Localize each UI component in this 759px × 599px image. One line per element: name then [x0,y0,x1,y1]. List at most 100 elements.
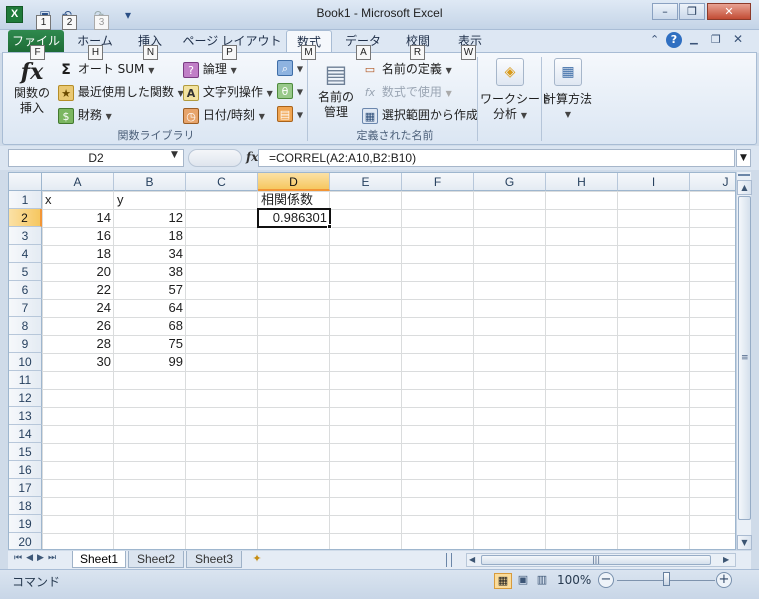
scroll-up-icon[interactable]: ▲ [737,180,752,195]
doc-close-icon[interactable]: ✕ [733,32,743,46]
row-header-8[interactable]: 8 [9,317,42,335]
cell-b6[interactable]: 57 [114,281,186,299]
cell-b10[interactable]: 99 [114,353,186,371]
cell-a7[interactable]: 24 [42,299,114,317]
ribbon-minimize-icon[interactable]: ⌃ [650,33,659,46]
name-manager-button[interactable]: ▤ 名前の 管理 [316,58,356,120]
row-header-7[interactable]: 7 [9,299,42,317]
help-icon[interactable]: ? [666,32,682,48]
autosum-button[interactable]: Σ オート SUM ▼ [58,60,154,78]
cell-a4[interactable]: 18 [42,245,114,263]
cell-a10[interactable]: 30 [42,353,114,371]
row-header-4[interactable]: 4 [9,245,42,263]
row-header-11[interactable]: 11 [9,371,42,389]
row-header-2[interactable]: 2 [9,209,42,227]
row-header-12[interactable]: 12 [9,389,42,407]
cell-a3[interactable]: 16 [42,227,114,245]
row-header-16[interactable]: 16 [9,461,42,479]
cell-a9[interactable]: 28 [42,335,114,353]
insert-function-button[interactable]: fx 関数の 挿入 [14,58,50,116]
sheet-tab-sheet2[interactable]: Sheet2 [128,551,184,568]
define-name-button[interactable]: ▭ 名前の定義 ▼ [362,60,452,78]
insert-sheet-icon[interactable]: ✦ [246,552,268,568]
zoom-slider-thumb[interactable] [663,572,670,586]
doc-minimize-icon[interactable]: ▁ [690,34,698,45]
close-button[interactable]: ✕ [707,3,751,20]
minimize-button[interactable]: – [652,3,678,20]
insert-function-fx-button[interactable]: fx [246,150,258,164]
scroll-down-icon[interactable]: ▼ [737,535,752,550]
row-header-20[interactable]: 20 [9,533,42,549]
horizontal-scrollbar[interactable]: ◀ ||| ▶ [466,553,736,567]
zoom-in-icon[interactable]: + [716,572,732,588]
fill-handle[interactable] [327,224,332,229]
doc-restore-icon[interactable]: ❐ [711,33,721,46]
sheet-tab-sheet3[interactable]: Sheet3 [186,551,242,568]
split-box[interactable] [738,174,750,178]
use-in-formula-button[interactable]: fx 数式で使用 ▼ [362,83,452,101]
cell-a2[interactable]: 14 [42,209,114,227]
cell-b9[interactable]: 75 [114,335,186,353]
scroll-right-icon[interactable]: ▶ [723,554,729,566]
recent-functions-button[interactable]: ★ 最近使用した関数 ▼ [58,83,184,101]
zoom-out-icon[interactable]: − [598,572,614,588]
row-header-9[interactable]: 9 [9,335,42,353]
select-all-button[interactable] [9,173,42,191]
cell-d1[interactable]: 相関係数 [258,191,330,209]
row-header-1[interactable]: 1 [9,191,42,209]
lookup-button[interactable]: ⌕ ▼ [277,60,303,76]
row-header-14[interactable]: 14 [9,425,42,443]
cell-b5[interactable]: 38 [114,263,186,281]
row-header-3[interactable]: 3 [9,227,42,245]
column-header-c[interactable]: C [186,173,258,191]
column-header-d[interactable]: D [258,173,330,191]
cell-b7[interactable]: 64 [114,299,186,317]
row-header-19[interactable]: 19 [9,515,42,533]
row-header-15[interactable]: 15 [9,443,42,461]
cell-a5[interactable]: 20 [42,263,114,281]
column-header-h[interactable]: H [546,173,618,191]
column-header-a[interactable]: A [42,173,114,191]
scroll-left-icon[interactable]: ◀ [469,554,475,566]
vertical-scroll-thumb[interactable]: ≡ [738,196,751,520]
cell-b3[interactable]: 18 [114,227,186,245]
cell-b2[interactable]: 12 [114,209,186,227]
cell-a1[interactable]: x [42,191,114,209]
row-header-10[interactable]: 10 [9,353,42,371]
logical-button[interactable]: ? 論理 ▼ [183,60,237,78]
column-header-i[interactable]: I [618,173,690,191]
expand-formula-bar-icon[interactable]: ▼ [736,149,751,167]
column-header-f[interactable]: F [402,173,474,191]
name-box[interactable]: D2 [8,149,184,167]
watch-window-button[interactable]: ◈ ワークシート 分析 ▼ [480,58,552,123]
tab-split-handle[interactable] [446,553,452,567]
page-layout-view-icon[interactable]: ▣ [514,573,532,589]
cell-b8[interactable]: 68 [114,317,186,335]
text-functions-button[interactable]: A 文字列操作 ▼ [183,83,273,101]
column-header-e[interactable]: E [330,173,402,191]
cell-b4[interactable]: 34 [114,245,186,263]
vertical-scrollbar[interactable]: ▲ ≡ ▼ [736,172,752,550]
horizontal-scroll-thumb[interactable]: ||| [481,555,711,565]
worksheet-grid[interactable]: ABCDEFGHIJ 1 2 3 4 5 6 7 8 9 10 11 12 13 14 15 16 17 18 19… [8,172,736,550]
row-header-18[interactable]: 18 [9,497,42,515]
row-header-6[interactable]: 6 [9,281,42,299]
cell-a6[interactable]: 22 [42,281,114,299]
zoom-level[interactable]: 100% [557,573,591,587]
column-header-g[interactable]: G [474,173,546,191]
cell-a8[interactable]: 26 [42,317,114,335]
datetime-button[interactable]: ◷ 日付/時刻 ▼ [183,106,265,124]
math-trig-button[interactable]: θ ▼ [277,83,303,99]
name-box-dropdown-icon[interactable]: ▼ [171,150,178,160]
formula-input[interactable]: =CORREL(A2:A10,B2:B10) [258,149,735,167]
sheet-tab-sheet1[interactable]: Sheet1 [72,551,126,568]
column-header-j[interactable]: J [690,173,735,191]
calc-options-button[interactable]: ▦ 計算方法 ▼ [544,58,592,122]
sheet-navigation-icons[interactable]: ⏮◀▶⏭ [14,553,60,563]
row-header-5[interactable]: 5 [9,263,42,281]
restore-button[interactable]: ❐ [679,3,705,20]
financial-button[interactable]: $ 財務 ▼ [58,106,112,124]
page-break-view-icon[interactable]: ▥ [533,573,551,589]
normal-view-icon[interactable]: ▦ [494,573,512,589]
create-from-selection-button[interactable]: ▦ 選択範囲から作成 [362,106,478,124]
